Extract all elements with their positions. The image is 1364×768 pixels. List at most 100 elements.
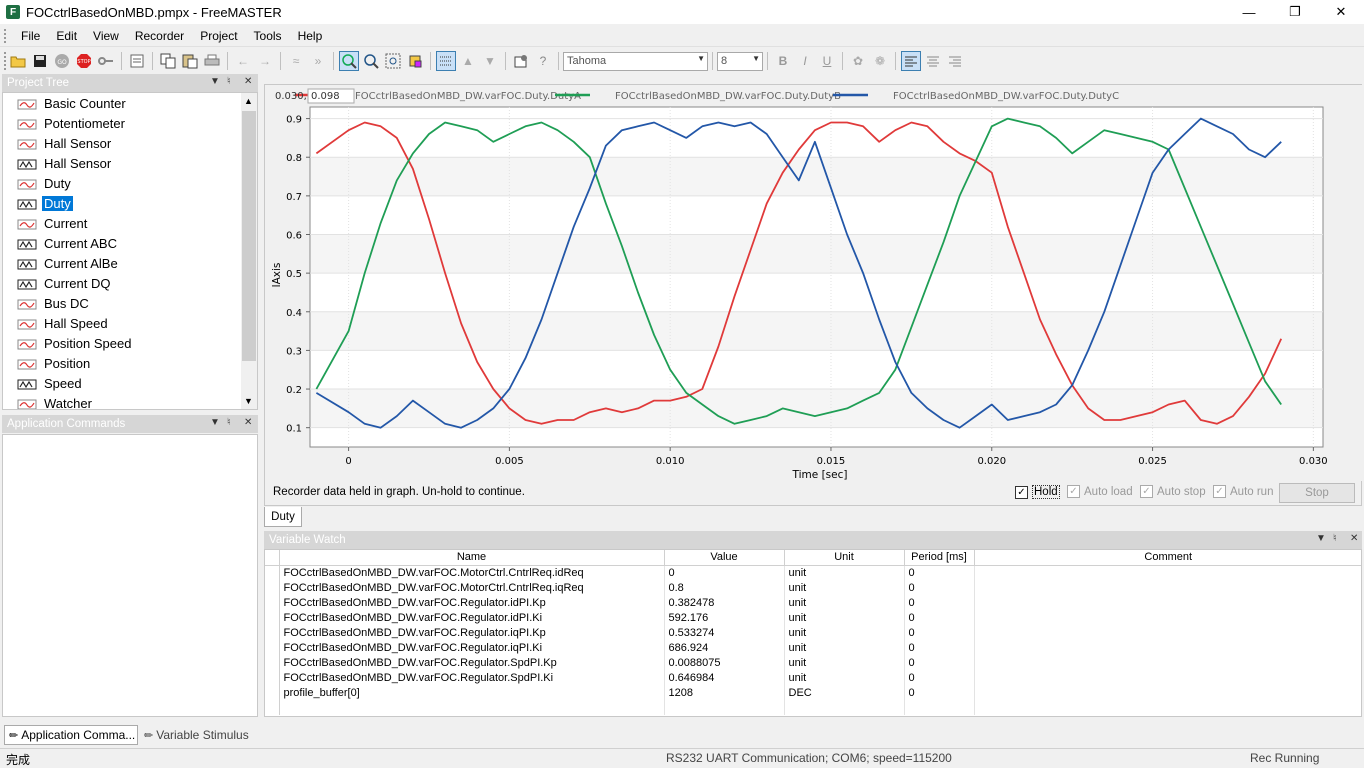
close-button[interactable]: ✕ [1318, 0, 1364, 24]
cell-unit[interactable]: unit [784, 655, 905, 670]
menu-project[interactable]: Project [192, 29, 245, 43]
cell-period[interactable]: 0 [904, 565, 975, 580]
table-row[interactable]: FOCctrlBasedOnMBD_DW.varFOC.Regulator.Sp… [265, 655, 1361, 670]
cell-comment[interactable] [974, 565, 1361, 580]
row-header[interactable] [265, 565, 280, 580]
auto-run-checkbox[interactable]: ✓ Auto run [1213, 485, 1273, 498]
font-name-combo[interactable]: Tahoma ▼ [563, 51, 708, 71]
move-up-icon[interactable]: ▲ [458, 51, 478, 71]
pan-graph-icon[interactable] [361, 51, 381, 71]
row-header[interactable] [265, 655, 280, 670]
cell-name[interactable]: FOCctrlBasedOnMBD_DW.varFOC.Regulator.id… [279, 610, 665, 625]
cell-period[interactable]: 0 [904, 685, 975, 700]
cell-period[interactable]: 0 [904, 640, 975, 655]
tab-variable-stimulus[interactable]: ✏ Variable Stimulus [140, 725, 256, 745]
cell-unit[interactable]: unit [784, 625, 905, 640]
empty-cell[interactable] [904, 700, 975, 715]
scroll-thumb[interactable] [242, 111, 256, 361]
tree-item[interactable]: Hall Sensor [17, 134, 113, 153]
tree-item[interactable]: Bus DC [17, 294, 91, 313]
table-row[interactable]: profile_buffer[0] 1208 DEC 0 [265, 685, 1361, 700]
table-row[interactable]: FOCctrlBasedOnMBD_DW.varFOC.Regulator.id… [265, 610, 1361, 625]
cell-name[interactable]: FOCctrlBasedOnMBD_DW.varFOC.Regulator.id… [279, 595, 665, 610]
menu-view[interactable]: View [85, 29, 127, 43]
print-icon[interactable] [202, 51, 222, 71]
save-icon[interactable] [30, 51, 50, 71]
zoom-fit-icon[interactable] [383, 51, 403, 71]
tree-item[interactable]: Duty [17, 174, 73, 193]
cell-comment[interactable] [974, 685, 1361, 700]
bold-button[interactable]: B [773, 51, 793, 71]
table-row-empty[interactable] [265, 700, 1361, 715]
cell-value[interactable]: 0.8 [664, 580, 785, 595]
open-folder-icon[interactable] [8, 51, 28, 71]
column-header-name[interactable]: Name [279, 550, 665, 566]
cell-unit[interactable]: unit [784, 580, 905, 595]
cell-value[interactable]: 0.533274 [664, 625, 785, 640]
tab-duty[interactable]: Duty [264, 507, 302, 527]
table-row[interactable]: FOCctrlBasedOnMBD_DW.varFOC.Regulator.Sp… [265, 670, 1361, 685]
row-header[interactable] [265, 640, 280, 655]
zoom-graph-icon[interactable] [339, 51, 359, 71]
row-header[interactable] [265, 610, 280, 625]
tree-item[interactable]: Hall Sensor [17, 154, 113, 173]
tree-item[interactable]: Position Speed [17, 334, 133, 353]
move-down-icon[interactable]: ▼ [480, 51, 500, 71]
cell-name[interactable]: FOCctrlBasedOnMBD_DW.varFOC.Regulator.iq… [279, 640, 665, 655]
italic-button[interactable]: I [795, 51, 815, 71]
hold-checkbox[interactable]: ✓ Hold [1015, 485, 1060, 499]
tree-scrollbar[interactable]: ▲ ▼ [241, 93, 257, 409]
cell-name[interactable]: FOCctrlBasedOnMBD_DW.varFOC.MotorCtrl.Cn… [279, 580, 665, 595]
color-text-icon[interactable]: ❁ [870, 51, 890, 71]
table-row[interactable]: FOCctrlBasedOnMBD_DW.varFOC.Regulator.iq… [265, 640, 1361, 655]
cell-comment[interactable] [974, 655, 1361, 670]
empty-cell[interactable] [664, 700, 785, 715]
cell-value[interactable]: 0 [664, 565, 785, 580]
menu-help[interactable]: Help [290, 29, 331, 43]
cell-unit[interactable]: unit [784, 670, 905, 685]
empty-cell[interactable] [279, 700, 665, 715]
tree-item[interactable]: Hall Speed [17, 314, 110, 333]
auto-load-checkbox[interactable]: ✓ Auto load [1067, 485, 1133, 498]
panel-pin-icon[interactable]: ♮ [227, 417, 231, 428]
tree-item[interactable]: Basic Counter [17, 94, 128, 113]
panel-close-icon[interactable]: ✕ [244, 417, 252, 428]
cell-comment[interactable] [974, 640, 1361, 655]
cell-period[interactable]: 0 [904, 580, 975, 595]
cell-name[interactable]: FOCctrlBasedOnMBD_DW.varFOC.Regulator.Sp… [279, 670, 665, 685]
align-left-icon[interactable] [901, 51, 921, 71]
cell-unit[interactable]: unit [784, 595, 905, 610]
duty-chart[interactable]: 0 0.005 0.010 0.015 0.020 0.025 0.030 0.1 0.2 0.3… [265, 85, 1363, 481]
stop-button[interactable]: Stop [1279, 483, 1355, 503]
panel-close-icon[interactable]: ✕ [244, 76, 252, 87]
fast-forward-icon[interactable]: » [308, 51, 328, 71]
cell-value[interactable]: 0.646984 [664, 670, 785, 685]
table-row[interactable]: FOCctrlBasedOnMBD_DW.varFOC.Regulator.iq… [265, 625, 1361, 640]
tree-item[interactable]: Current AlBe [17, 254, 120, 273]
tab-application-commands[interactable]: ✏ Application Comma... [4, 725, 138, 745]
cell-name[interactable]: FOCctrlBasedOnMBD_DW.varFOC.Regulator.Sp… [279, 655, 665, 670]
table-row[interactable]: FOCctrlBasedOnMBD_DW.varFOC.MotorCtrl.Cn… [265, 580, 1361, 595]
menu-tools[interactable]: Tools [246, 29, 290, 43]
panel-dropdown-icon[interactable]: ▼ [210, 76, 220, 87]
tree-item[interactable]: Potentiometer [17, 114, 127, 133]
paste-icon[interactable] [180, 51, 200, 71]
cell-period[interactable]: 0 [904, 625, 975, 640]
align-center-icon[interactable] [923, 51, 943, 71]
back-arrow-icon[interactable]: ← [233, 51, 253, 71]
signal-icon[interactable]: ≈ [286, 51, 306, 71]
auto-stop-checkbox[interactable]: ✓ Auto stop [1140, 485, 1206, 498]
cell-unit[interactable]: unit [784, 610, 905, 625]
forward-arrow-icon[interactable]: → [255, 51, 275, 71]
cell-period[interactable]: 0 [904, 655, 975, 670]
cell-period[interactable]: 0 [904, 610, 975, 625]
cell-period[interactable]: 0 [904, 670, 975, 685]
tree-item[interactable]: Duty [17, 194, 73, 213]
cell-comment[interactable] [974, 595, 1361, 610]
cell-name[interactable]: FOCctrlBasedOnMBD_DW.varFOC.MotorCtrl.Cn… [279, 565, 665, 580]
underline-button[interactable]: U [817, 51, 837, 71]
row-header[interactable] [265, 670, 280, 685]
tree-item[interactable]: Current [17, 214, 89, 233]
go-icon[interactable]: GO [52, 51, 72, 71]
column-header-unit[interactable]: Unit [784, 550, 905, 566]
